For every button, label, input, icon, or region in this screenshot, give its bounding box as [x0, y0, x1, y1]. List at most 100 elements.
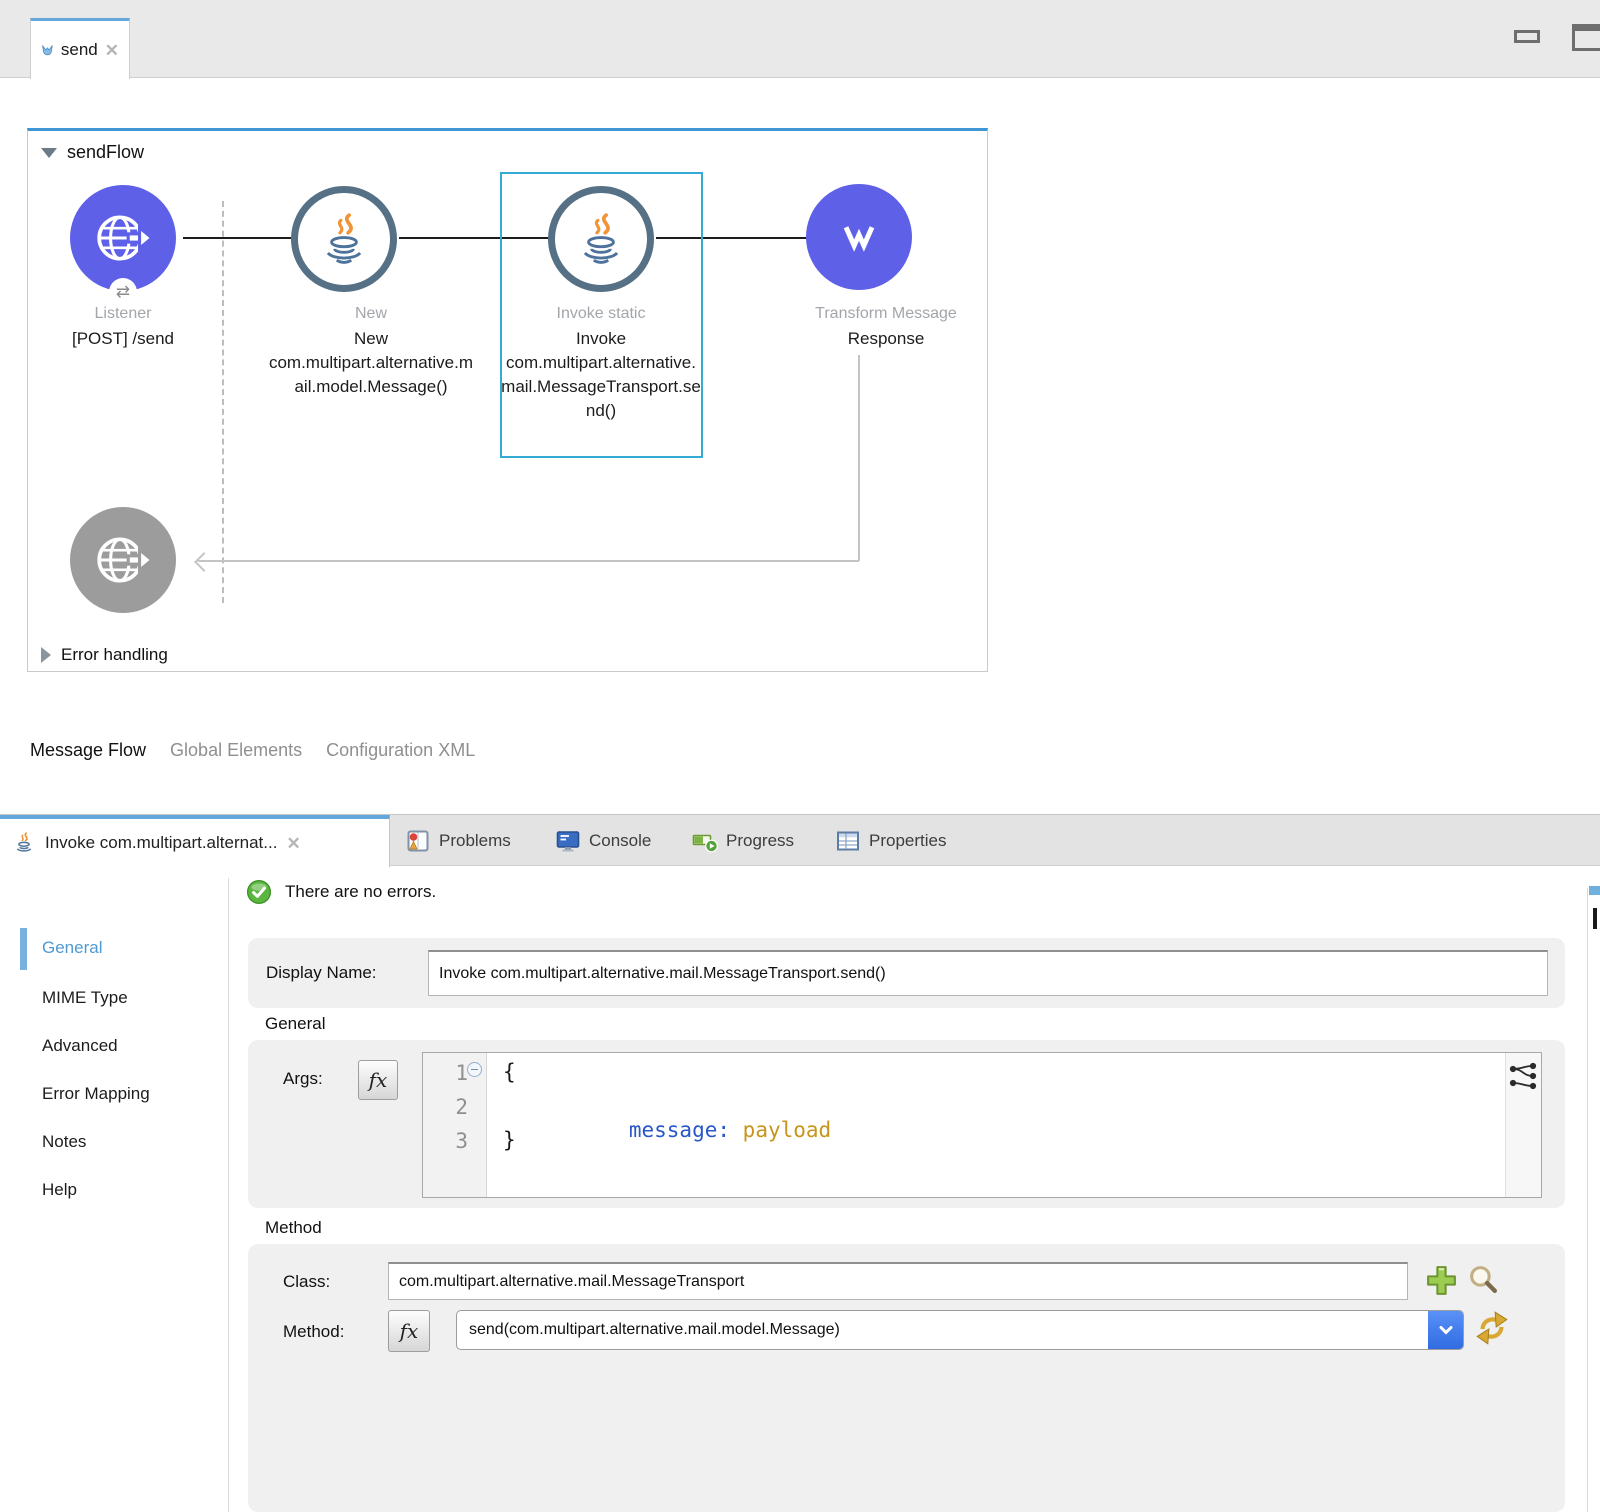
adjacent-view-border [1587, 888, 1588, 1512]
tab-console-label: Console [589, 831, 651, 851]
node-type-label: New [266, 301, 476, 327]
sidebar-item-general[interactable]: General [42, 938, 102, 962]
tab-problems[interactable]: Problems [405, 815, 511, 867]
tab-send-label: send [61, 40, 98, 60]
expand-error-handling-icon[interactable] [41, 647, 51, 663]
adjacent-view-accent [1589, 886, 1600, 895]
tab-configuration-xml[interactable]: Configuration XML [326, 740, 475, 761]
tab-global-elements[interactable]: Global Elements [170, 740, 302, 761]
node-label-invoke: Invoke static Invoke com.multipart.alter… [501, 301, 701, 423]
chevron-down-icon [1436, 1320, 1456, 1340]
bottom-panel-tab-bar: Invoke com.multipart.alternat... ✕ Probl… [0, 814, 1600, 866]
source-separator-dashed-line [222, 201, 224, 603]
node-label-transform: Transform Message Response [756, 301, 1016, 351]
sidebar-divider [228, 878, 229, 1512]
refresh-icon [1472, 1308, 1512, 1348]
adjacent-view-text-fragment [1593, 908, 1597, 929]
java-icon [12, 831, 36, 855]
error-handling-section[interactable]: Error handling [41, 645, 168, 665]
sidebar-item-notes[interactable]: Notes [42, 1132, 86, 1156]
node-sublabel: Invoke com.multipart.alternative.mail.Me… [501, 327, 701, 423]
progress-icon [692, 828, 718, 854]
args-label: Args: [283, 1069, 323, 1089]
error-handling-label: Error handling [61, 645, 168, 665]
node-java-invoke-static[interactable] [548, 186, 654, 292]
dataweave-icon [833, 211, 885, 263]
java-icon [315, 210, 373, 268]
general-section-label: General [265, 1014, 325, 1034]
console-icon [555, 828, 581, 854]
line-number: 3 [455, 1129, 468, 1153]
flow-title: sendFlow [67, 142, 144, 163]
add-class-button[interactable] [1424, 1263, 1459, 1298]
tab-problems-label: Problems [439, 831, 511, 851]
method-select-dropdown-button[interactable] [1428, 1310, 1464, 1350]
editor-tab-bar: send ✕ [0, 0, 1600, 78]
node-java-new[interactable] [291, 186, 397, 292]
dataweave-structure-icon[interactable] [1508, 1061, 1538, 1091]
args-code-editor[interactable]: 1 2 3 { message: payload } [422, 1052, 1542, 1198]
line-number: 2 [455, 1095, 468, 1119]
collapse-flow-icon[interactable] [41, 148, 57, 158]
sidebar-item-advanced[interactable]: Advanced [42, 1036, 118, 1060]
maximize-view-icon[interactable] [1572, 24, 1600, 51]
sidebar-item-error-mapping[interactable]: Error Mapping [42, 1084, 150, 1108]
method-label: Method: [283, 1322, 344, 1342]
tab-progress-label: Progress [726, 831, 794, 851]
code-line-3: } [503, 1128, 516, 1152]
node-type-label: Invoke static [501, 301, 701, 327]
node-sublabel: [POST] /send [43, 327, 203, 351]
node-sublabel: New com.multipart.alternative.mail.model… [266, 327, 476, 399]
status-text: There are no errors. [285, 882, 436, 902]
tab-progress[interactable]: Progress [692, 815, 794, 867]
code-fold-icon[interactable] [467, 1062, 482, 1077]
globe-arrow-icon [93, 208, 153, 268]
code-value: payload [743, 1118, 832, 1142]
method-select[interactable]: send(com.multipart.alternative.mail.mode… [456, 1310, 1464, 1350]
node-type-label: Transform Message [756, 301, 1016, 327]
sidebar-item-help[interactable]: Help [42, 1180, 77, 1204]
node-response-endpoint[interactable] [70, 507, 176, 613]
node-label-new: New New com.multipart.alternative.mail.m… [266, 301, 476, 399]
tab-send[interactable]: send ✕ [30, 18, 130, 79]
display-name-input[interactable]: Invoke com.multipart.alternative.mail.Me… [428, 950, 1548, 996]
tab-send-close-icon[interactable]: ✕ [105, 42, 119, 59]
class-input[interactable]: com.multipart.alternative.mail.MessageTr… [388, 1262, 1408, 1300]
code-line-1: { [503, 1060, 516, 1084]
status-row: There are no errors. [246, 879, 436, 905]
problems-icon [405, 828, 431, 854]
sidebar-active-indicator [20, 928, 27, 970]
tab-invoke-properties[interactable]: Invoke com.multipart.alternat... ✕ [0, 815, 390, 867]
node-label-listener: Listener [POST] /send [43, 301, 203, 351]
properties-table-icon [835, 828, 861, 854]
method-section-label: Method [265, 1218, 322, 1238]
code-key: message: [629, 1118, 730, 1142]
reload-methods-button[interactable] [1472, 1308, 1512, 1348]
method-select-value: send(com.multipart.alternative.mail.mode… [469, 1321, 840, 1339]
tab-properties[interactable]: Properties [835, 815, 946, 867]
response-connector-vertical [858, 355, 860, 561]
node-transform-message[interactable] [806, 184, 912, 290]
no-errors-check-icon [246, 879, 272, 905]
java-icon [572, 210, 630, 268]
line-number: 1 [455, 1061, 468, 1085]
browse-class-button[interactable] [1466, 1263, 1501, 1298]
method-fx-button[interactable]: fx [388, 1310, 430, 1352]
flow-header: sendFlow [41, 142, 144, 163]
node-sublabel: Response [756, 327, 1016, 351]
tab-message-flow[interactable]: Message Flow [30, 740, 146, 761]
anypoint-studio-window: send ✕ sendFlow [0, 0, 1600, 1512]
minimize-view-icon[interactable] [1514, 30, 1540, 43]
magnifier-icon [1466, 1263, 1501, 1298]
args-fx-button[interactable]: fx [358, 1060, 398, 1100]
tab-console[interactable]: Console [555, 815, 651, 867]
display-name-label: Display Name: [266, 963, 377, 983]
globe-arrow-icon [93, 530, 153, 590]
node-http-listener[interactable] [70, 185, 176, 291]
tab-invoke-properties-close-icon[interactable]: ✕ [286, 835, 300, 852]
flow-view-tabs: Message Flow Global Elements Configurati… [30, 740, 475, 761]
plus-icon [1424, 1263, 1459, 1298]
editor-side-strip [1505, 1053, 1541, 1197]
mule-flow-icon [41, 39, 54, 62]
sidebar-item-mime-type[interactable]: MIME Type [42, 988, 128, 1012]
